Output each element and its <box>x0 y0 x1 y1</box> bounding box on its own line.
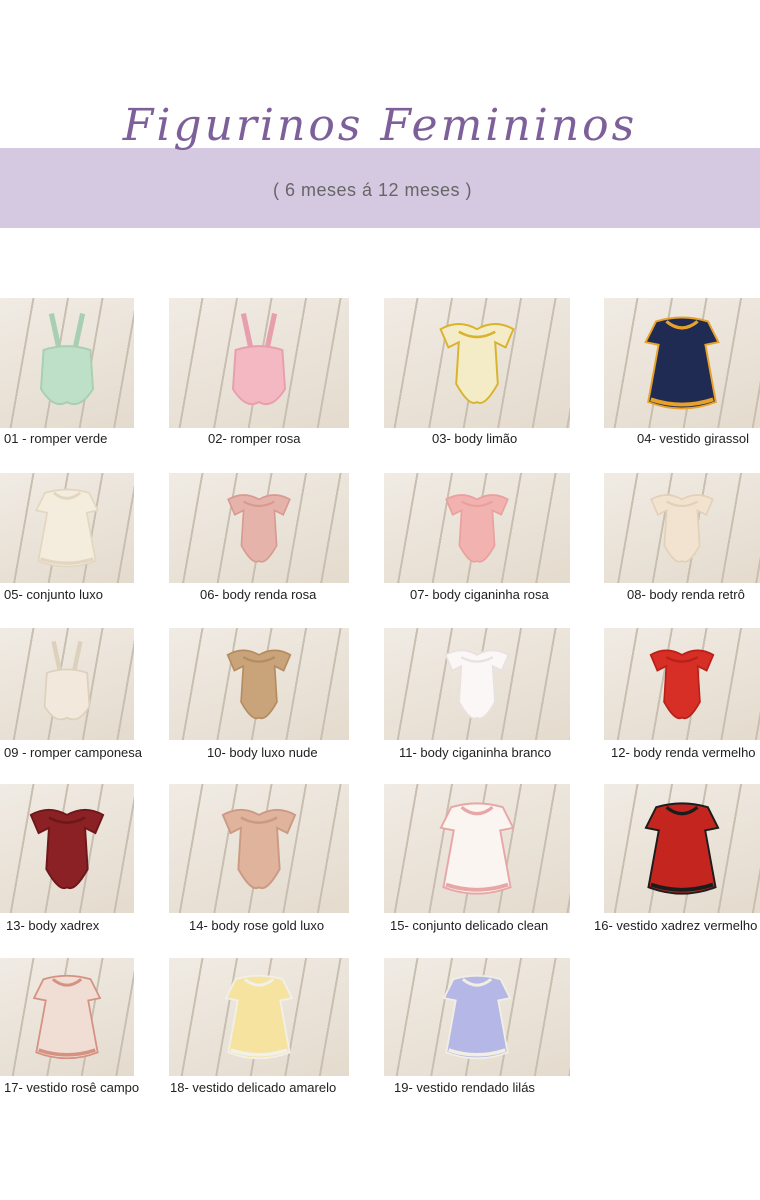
page-title: Figurinos Femininos <box>122 100 638 151</box>
garment-illustration <box>650 494 714 563</box>
outfit-label: 12- body renda vermelho <box>611 745 756 760</box>
outfit-photo <box>169 473 349 583</box>
outfit-photo <box>604 628 760 740</box>
outfit-photo <box>0 473 134 583</box>
outfit-label: 14- body rose gold luxo <box>189 918 325 933</box>
outfit-photo <box>0 958 134 1076</box>
outfit-label: 10- body luxo nude <box>207 745 318 760</box>
outfit-label: 01 - romper verde <box>4 431 108 446</box>
outfit-photo <box>169 298 349 428</box>
outfit-label: 13- body xadrex <box>6 918 100 933</box>
garment-illustration <box>649 649 715 720</box>
outfit-photo <box>169 628 349 740</box>
outfit-label: 07- body ciganinha rosa <box>410 587 549 602</box>
garment-illustration <box>439 323 515 404</box>
outfit-label: 08- body renda retrô <box>627 587 745 602</box>
outfit-label: 19- vestido rendado lilás <box>394 1080 535 1095</box>
outfit-label: 06- body renda rosa <box>200 587 317 602</box>
garment-illustration <box>226 649 292 720</box>
garment-illustration <box>29 808 105 890</box>
garment-illustration <box>439 802 515 895</box>
outfit-photo <box>604 473 760 583</box>
garment-illustration <box>232 313 286 406</box>
outfit-photo <box>384 628 570 740</box>
garment-illustration <box>34 488 100 568</box>
outfit-photo <box>0 784 134 913</box>
outfit-label: 16- vestido xadrez vermelho <box>594 918 758 933</box>
outfit-label: 11- body ciganinha branco <box>399 745 552 760</box>
outfit-label: 17- vestido rosê campo <box>4 1080 140 1095</box>
outfit-label: 09 - romper camponesa <box>4 745 143 760</box>
outfit-label: 02- romper rosa <box>208 431 301 446</box>
garment-illustration <box>224 974 294 1060</box>
outfit-label: 04- vestido girassol <box>637 431 749 446</box>
outfit-photo <box>604 298 760 428</box>
outfit-photo <box>384 473 570 583</box>
garment-illustration <box>445 494 509 563</box>
outfit-photo <box>0 298 134 428</box>
garment-illustration <box>644 802 720 895</box>
outfit-photo <box>384 298 570 428</box>
outfit-label: 03- body limão <box>432 431 518 446</box>
page-subtitle: ( 6 meses á 12 meses ) <box>272 180 473 200</box>
garment-illustration <box>43 640 91 721</box>
outfit-photo <box>384 784 570 913</box>
outfit-label: 05- conjunto luxo <box>4 587 104 602</box>
outfit-label: 18- vestido delicado amarelo <box>170 1080 337 1095</box>
garment-illustration <box>221 808 297 890</box>
outfit-photo <box>0 628 134 740</box>
garment-illustration <box>40 313 94 406</box>
garment-illustration <box>32 974 102 1060</box>
garment-illustration <box>444 649 510 720</box>
outfit-photo <box>169 958 349 1076</box>
outfit-photo <box>384 958 570 1076</box>
outfit-photo <box>604 784 760 913</box>
garment-illustration <box>644 316 720 410</box>
outfit-label: 15- conjunto delicado clean <box>390 918 549 933</box>
garment-illustration <box>442 974 512 1060</box>
outfit-photo <box>169 784 349 913</box>
garment-illustration <box>227 494 291 563</box>
